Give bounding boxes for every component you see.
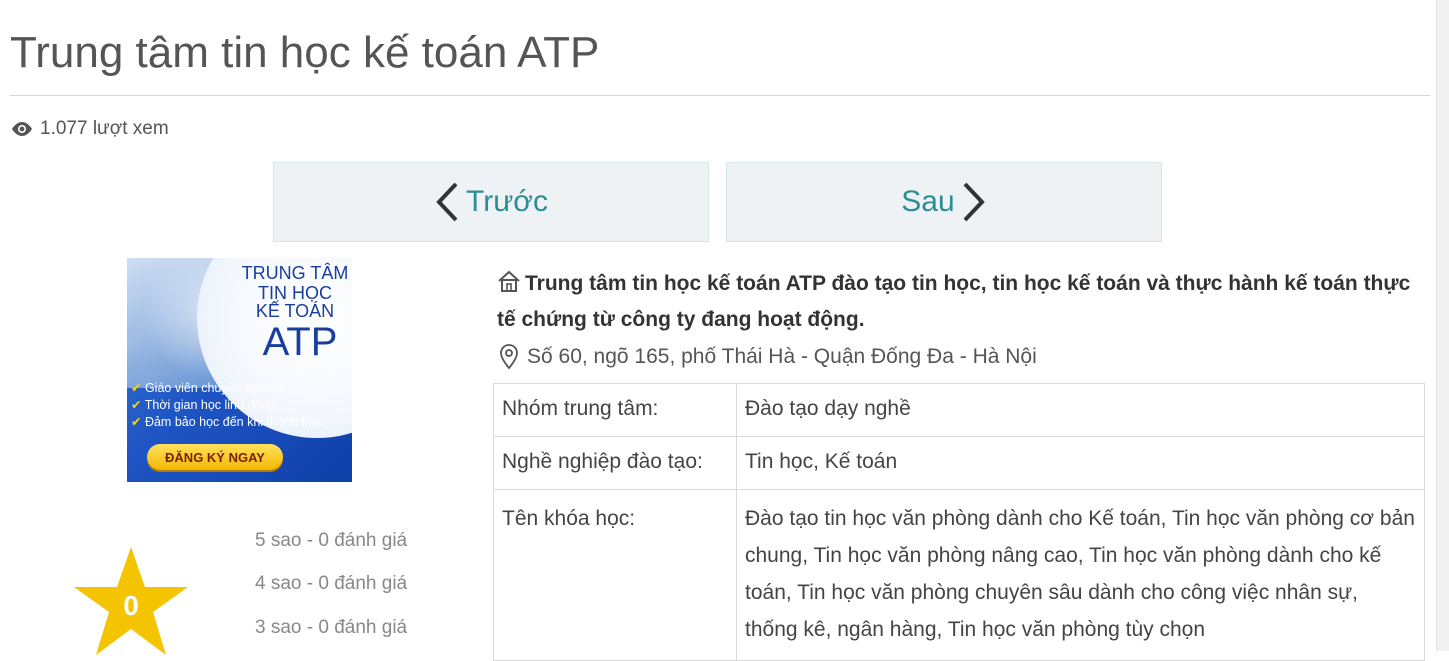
banner-line-1: TRUNG TÂM — [241, 263, 349, 283]
home-icon — [498, 270, 520, 292]
banner-line-4: ATP — [262, 320, 338, 364]
scrollbar[interactable] — [1436, 0, 1449, 651]
banner-line-2: TIN HỌC — [258, 283, 332, 303]
table-key: Nhóm trung tâm: — [493, 383, 737, 437]
view-count-text: 1.077 lượt xem — [40, 118, 169, 139]
info-table: Nhóm trung tâm: Đào tạo dạy nghề Nghề ng… — [493, 383, 1425, 661]
banner-bullet: Thời gian học linh động — [131, 397, 351, 414]
banner-bullet: Đảm bảo học đến khi thành thạo — [131, 414, 351, 431]
prev-button[interactable]: Trước — [273, 162, 709, 242]
title-divider — [10, 95, 1430, 96]
center-summary: Trung tâm tin học kế toán ATP đào tạo ti… — [497, 266, 1427, 338]
next-button[interactable]: Sau — [726, 162, 1162, 242]
table-key: Tên khóa học: — [493, 489, 737, 661]
rating-3-stars[interactable]: 3 sao - 0 đánh giá — [255, 617, 407, 639]
chevron-left-icon — [436, 182, 458, 222]
table-value: Đào tạo dạy nghề — [736, 383, 1425, 437]
address: Số 60, ngõ 165, phố Thái Hà - Quận Đống … — [499, 344, 1037, 370]
banner-line-3: KẾ TOÁN — [255, 301, 335, 321]
view-count: 1.077 lượt xem — [10, 118, 169, 140]
summary-text: Trung tâm tin học kế toán ATP đào tạo ti… — [497, 272, 1411, 331]
center-banner-image[interactable]: TRUNG TÂM TIN HỌC KẾ TOÁN ATP Giáo viên … — [127, 258, 352, 482]
map-marker-icon — [500, 344, 518, 370]
table-value: Đào tạo tin học văn phòng dành cho Kế to… — [736, 489, 1425, 661]
address-text: Số 60, ngõ 165, phố Thái Hà - Quận Đống … — [527, 345, 1037, 368]
rating-5-stars[interactable]: 5 sao - 0 đánh giá — [255, 530, 407, 552]
table-row: Nhóm trung tâm: Đào tạo dạy nghề — [493, 383, 1425, 437]
table-row: Tên khóa học: Đào tạo tin học văn phòng … — [493, 489, 1425, 661]
banner-bullet: Giáo viên chuyên nghiệp — [131, 380, 351, 397]
eye-icon — [12, 122, 32, 136]
chevron-right-icon — [963, 182, 985, 222]
page-title: Trung tâm tin học kế toán ATP — [10, 28, 600, 77]
banner-bullets: Giáo viên chuyên nghiệp Thời gian học li… — [131, 380, 351, 431]
rating-score: 0 — [123, 590, 139, 621]
rating-4-stars[interactable]: 4 sao - 0 đánh giá — [255, 573, 407, 595]
table-value: Tin học, Kế toán — [736, 436, 1425, 490]
register-now-button[interactable]: ĐĂNG KÝ NGAY — [147, 444, 283, 470]
table-row: Nghề nghiệp đào tạo: Tin học, Kế toán — [493, 436, 1425, 490]
prev-button-label: Trước — [466, 185, 548, 218]
table-key: Nghề nghiệp đào tạo: — [493, 436, 737, 490]
next-button-label: Sau — [901, 185, 955, 218]
